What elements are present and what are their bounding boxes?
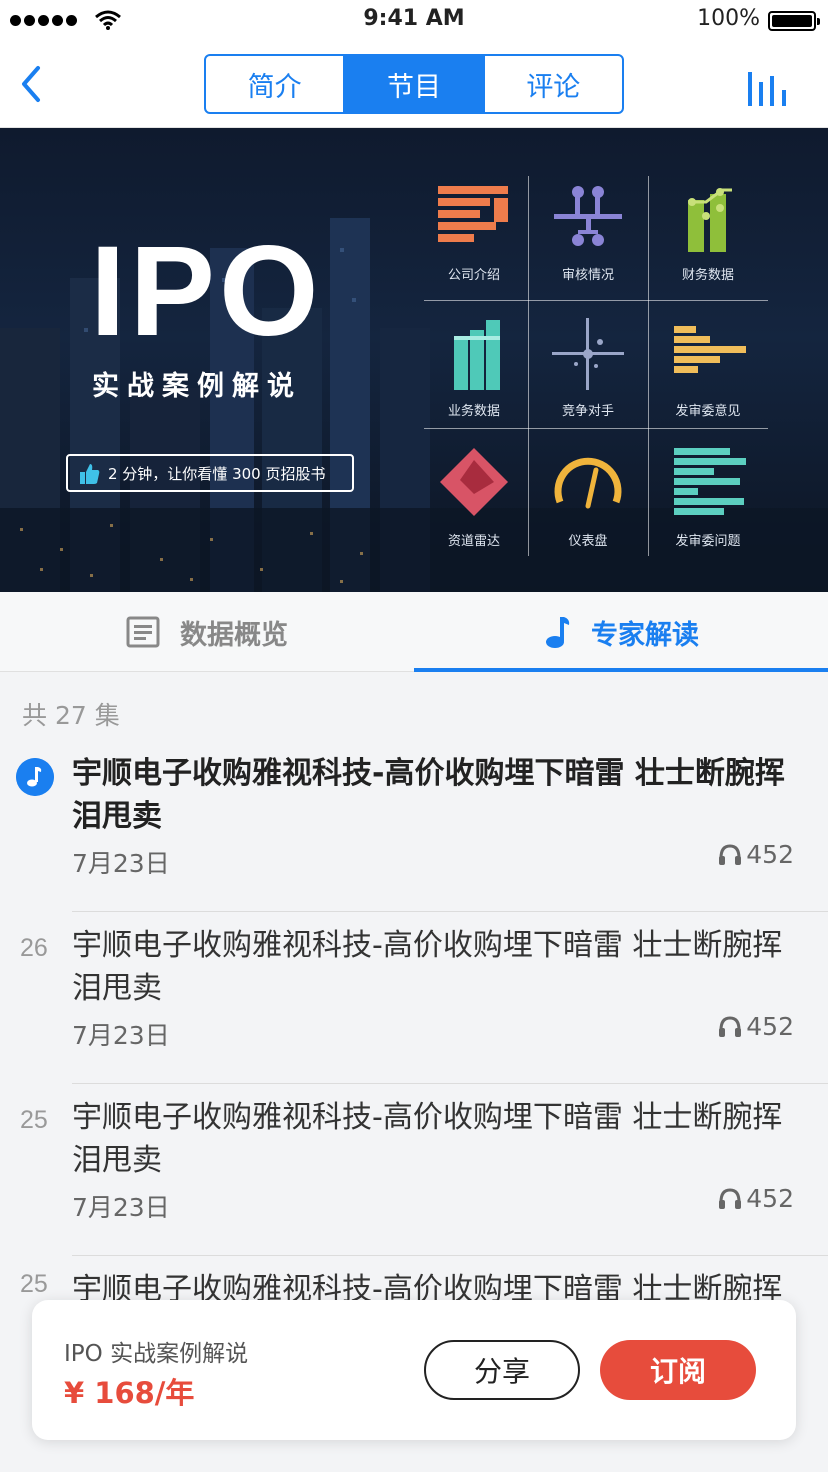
headphones-icon xyxy=(719,1015,742,1037)
episode-number: 25 xyxy=(20,1270,48,1298)
share-button[interactable]: 分享 xyxy=(424,1340,580,1400)
feature-label: 审核情况 xyxy=(561,268,614,283)
episode-date: 7月23日 xyxy=(72,849,170,878)
feature-label: 业务数据 xyxy=(447,404,500,419)
radar-icon xyxy=(440,448,508,516)
tab-label: 数据概览 xyxy=(180,619,288,651)
episode-title: 宇顺电子收购雅视科技-高价收购埋下暗雷 壮士断腕挥泪甩卖 xyxy=(72,1100,783,1178)
feature-label: 公司介绍 xyxy=(447,268,500,283)
purchase-card: IPO 实战案例解说 ¥ 168/年 分享 订阅 xyxy=(32,1300,796,1440)
banner-subtitle: 实战案例解说 xyxy=(92,371,302,402)
tab-data-overview[interactable]: 数据概览 xyxy=(0,592,414,672)
company-intro-icon xyxy=(438,186,508,242)
feature-label: 发审委问题 xyxy=(675,534,741,549)
segmented-control: 简介 节目 评论 xyxy=(204,54,624,114)
committee-questions-icon xyxy=(674,448,746,515)
status-bar: 9:41 AM 100% xyxy=(0,0,828,40)
subscribe-button[interactable]: 订阅 xyxy=(600,1340,756,1400)
episode-number: 25 xyxy=(20,1106,48,1134)
list-item[interactable]: 宇顺电子收购雅视科技-高价收购埋下暗雷 壮士断腕挥泪甩卖 7月23日 452 xyxy=(0,740,828,912)
financial-data-icon xyxy=(688,188,732,252)
banner-title: IPO xyxy=(90,220,323,363)
business-data-icon xyxy=(454,320,500,390)
feature-competitors: 竞争对手 xyxy=(528,316,648,419)
music-note-icon xyxy=(546,617,570,648)
play-count: 452 xyxy=(718,1012,794,1041)
grid-divider xyxy=(424,300,768,301)
list-item[interactable]: 25 宇顺电子收购雅视科技-高价收购埋下暗雷 壮士断腕挥泪甩卖 7月23日 45… xyxy=(0,1084,828,1256)
episode-count: 共 27 集 xyxy=(22,701,120,730)
grid-divider xyxy=(424,428,768,429)
feature-label: 竞争对手 xyxy=(561,404,614,419)
competitors-icon xyxy=(552,318,624,390)
content-tabs: 数据概览 专家解读 xyxy=(0,592,828,672)
tab-expert-reading[interactable]: 专家解读 xyxy=(414,592,828,672)
feature-dashboard: 仪表盘 xyxy=(528,444,648,549)
feature-company-intro: 公司介绍 xyxy=(414,184,534,284)
feature-radar: 资道雷达 xyxy=(414,444,534,549)
nav-bar: 简介 节目 评论 xyxy=(0,40,828,128)
feature-committee-opinion: 发审委意见 xyxy=(648,316,768,419)
review-status-icon xyxy=(554,186,622,246)
feature-label: 财务数据 xyxy=(681,268,734,283)
playing-icon xyxy=(16,758,54,796)
list-item[interactable]: 26 宇顺电子收购雅视科技-高价收购埋下暗雷 壮士断腕挥泪甩卖 7月23日 45… xyxy=(0,912,828,1084)
committee-opinion-icon xyxy=(674,326,746,373)
document-icon xyxy=(126,616,160,648)
tab-programs[interactable]: 节目 xyxy=(345,56,485,112)
thumbs-up-icon xyxy=(80,464,100,484)
tab-comments[interactable]: 评论 xyxy=(485,56,622,112)
feature-business-data: 业务数据 xyxy=(414,316,534,419)
back-icon[interactable] xyxy=(16,64,48,104)
episode-date: 7月23日 xyxy=(72,1193,170,1222)
feature-financial-data: 财务数据 xyxy=(648,184,768,284)
feature-label: 资道雷达 xyxy=(447,534,500,549)
feature-label: 发审委意见 xyxy=(675,404,741,419)
episode-date: 7月23日 xyxy=(72,1021,170,1050)
play-count: 452 xyxy=(718,840,794,869)
course-price: ¥ 168/年 xyxy=(64,1376,195,1410)
battery-percent: 100% xyxy=(697,6,760,31)
dashboard-icon xyxy=(554,457,622,509)
play-count-value: 452 xyxy=(746,840,794,869)
feature-label: 仪表盘 xyxy=(568,534,608,549)
headphones-icon xyxy=(719,1187,742,1209)
feature-committee-questions: 发审委问题 xyxy=(648,444,768,549)
episode-number: 26 xyxy=(20,934,48,962)
tab-label: 专家解读 xyxy=(591,619,699,651)
banner-pill: 2 分钟，让你看懂 300 页招股书 xyxy=(66,454,354,492)
episode-title: 宇顺电子收购雅视科技-高价收购埋下暗雷 壮士断腕挥泪甩卖 xyxy=(72,756,785,834)
audio-bars-icon[interactable] xyxy=(746,68,790,108)
play-count: 452 xyxy=(718,1184,794,1213)
tab-intro[interactable]: 简介 xyxy=(206,56,346,112)
course-name: IPO 实战案例解说 xyxy=(64,1341,249,1367)
headphones-icon xyxy=(719,843,742,865)
play-count-value: 452 xyxy=(746,1184,794,1213)
course-banner: IPO 实战案例解说 2 分钟，让你看懂 300 页招股书 公司介绍 审核情况 … xyxy=(0,128,828,592)
active-tab-indicator xyxy=(414,668,828,672)
banner-pill-text: 2 分钟，让你看懂 300 页招股书 xyxy=(108,464,326,483)
episode-title: 宇顺电子收购雅视科技-高价收购埋下暗雷 壮士断腕挥泪甩卖 xyxy=(72,928,783,1006)
feature-review-status: 审核情况 xyxy=(528,184,648,284)
play-count-value: 452 xyxy=(746,1012,794,1041)
battery-icon xyxy=(768,11,820,31)
